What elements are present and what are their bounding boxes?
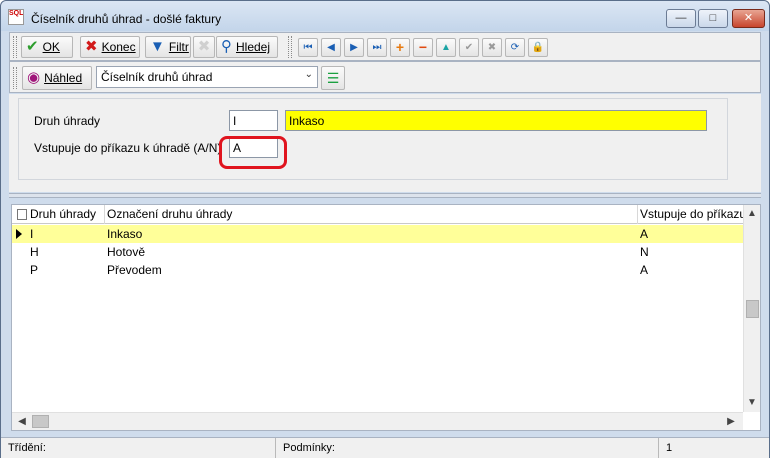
clear-filter-icon: ✖ — [197, 38, 211, 55]
lock-icon[interactable]: 🔒 — [528, 38, 548, 57]
status-trideni: Třídění: — [1, 438, 276, 458]
druh-uhrady-label: Druh úhrady — [34, 114, 101, 128]
horizontal-scrollbar[interactable]: ◀ ▶ — [12, 412, 743, 430]
scroll-right-icon[interactable]: ▶ — [723, 413, 739, 430]
last-record-icon[interactable]: ⏭ — [367, 38, 387, 57]
select-all-checkbox[interactable] — [17, 209, 27, 220]
ok-button[interactable]: ✔ OK — [21, 36, 73, 58]
delete-record-icon[interactable]: − — [413, 38, 433, 57]
move-up-icon[interactable]: ▲ — [436, 38, 456, 57]
ok-label: OK — [42, 40, 60, 54]
column-header-vstupuje[interactable]: Vstupuje do příkazu k úhradě — [638, 205, 743, 224]
vertical-scrollbar[interactable]: ▲ ▼ — [743, 205, 760, 412]
cell-vstupuje: A — [640, 227, 649, 241]
scroll-left-icon[interactable]: ◀ — [14, 413, 30, 430]
cell-oznaceni: Inkaso — [107, 227, 143, 241]
filtr-label: Filtr — [168, 40, 189, 54]
status-bar: Třídění: Podmínky: 1 — [1, 437, 769, 458]
previous-record-icon[interactable]: ◀ — [321, 38, 341, 57]
hledej-label: Hledej — [236, 40, 271, 54]
close-button[interactable]: ✕ — [732, 9, 765, 28]
clear-filter-button[interactable]: ✖ — [193, 36, 215, 58]
title-bar: SQL Číselník druhů úhrad - došlé faktury… — [1, 1, 769, 31]
add-record-icon[interactable]: + — [390, 38, 410, 57]
horizontal-scroll-thumb[interactable] — [32, 415, 49, 428]
splitter[interactable] — [9, 193, 761, 198]
status-record-count: 1 — [666, 442, 673, 454]
toolbar-grip[interactable] — [13, 36, 17, 58]
window-title: Číselník druhů úhrad - došlé faktury — [31, 12, 222, 26]
confirm-edit-icon[interactable]: ✔ — [459, 38, 479, 57]
chevron-down-icon: ⌄ — [304, 69, 313, 80]
main-toolbar: ✔ OK ✖ Konec ▼ Filtr ✖ ⚲ Hledej ⏮ ◀ ▶ ⏭ … — [9, 32, 761, 61]
cancel-edit-icon[interactable]: ✖ — [482, 38, 502, 57]
list-icon: ☰ — [326, 69, 340, 86]
status-podminky: Podmínky: — [276, 438, 659, 458]
cell-druh: I — [30, 227, 34, 241]
hledej-button[interactable]: ⚲ Hledej — [216, 36, 278, 58]
window: SQL Číselník druhů úhrad - došlé faktury… — [0, 0, 770, 458]
table-row[interactable]: I Inkaso A — [12, 225, 743, 243]
checkmark-icon: ✔ — [26, 38, 39, 55]
table-row[interactable]: H Hotově N — [12, 243, 743, 261]
minimize-button[interactable]: — — [666, 9, 696, 28]
search-icon: ⚲ — [221, 38, 232, 55]
refresh-icon[interactable]: ⟳ — [505, 38, 525, 57]
druh-uhrady-code-field[interactable]: I — [229, 110, 278, 131]
maximize-button[interactable]: □ — [698, 9, 728, 28]
close-x-icon: ✖ — [85, 38, 98, 55]
view-select-value: Číselník druhů úhrad — [101, 70, 213, 84]
highlight-annotation — [219, 136, 287, 169]
filtr-button[interactable]: ▼ Filtr — [145, 36, 191, 58]
druh-uhrady-name-field[interactable]: Inkaso — [285, 110, 707, 131]
nahled-button[interactable]: ◉ Náhled — [22, 66, 92, 90]
toolbar-grip[interactable] — [288, 36, 292, 58]
toolbar-grip[interactable] — [13, 67, 17, 89]
cell-druh: P — [30, 263, 39, 277]
column-header-druh[interactable]: Druh úhrady — [28, 205, 105, 224]
list-view-button[interactable]: ☰ — [321, 66, 345, 90]
grid-header: Druh úhrady Označení druhu úhrady Vstupu… — [12, 205, 743, 224]
records-grid: Druh úhrady Označení druhu úhrady Vstupu… — [11, 204, 761, 431]
cell-oznaceni: Převodem — [107, 263, 162, 277]
first-record-icon[interactable]: ⏮ — [298, 38, 318, 57]
cell-vstupuje: A — [640, 263, 649, 277]
secondary-toolbar: ◉ Náhled Číselník druhů úhrad ⌄ ☰ — [9, 61, 761, 93]
preview-eye-icon: ◉ — [27, 69, 41, 86]
scroll-down-icon[interactable]: ▼ — [744, 395, 760, 411]
konec-label: Konec — [101, 40, 136, 54]
scroll-up-icon[interactable]: ▲ — [744, 206, 760, 222]
vstupuje-label: Vstupuje do příkazu k úhradě (A/N) — [34, 141, 222, 155]
nahled-label: Náhled — [44, 71, 83, 85]
filter-icon: ▼ — [150, 38, 165, 55]
cell-druh: H — [30, 245, 39, 259]
konec-button[interactable]: ✖ Konec — [80, 36, 140, 58]
current-row-indicator-icon — [16, 229, 22, 239]
vertical-scroll-thumb[interactable] — [746, 300, 759, 318]
view-select[interactable]: Číselník druhů úhrad ⌄ — [96, 66, 318, 88]
cell-oznaceni: Hotově — [107, 245, 146, 259]
app-logo-icon: SQL — [8, 9, 24, 25]
select-all-cell — [12, 205, 28, 224]
table-row[interactable]: P Převodem A — [12, 261, 743, 279]
column-header-oznaceni[interactable]: Označení druhu úhrady — [105, 205, 638, 224]
next-record-icon[interactable]: ▶ — [344, 38, 364, 57]
cell-vstupuje: N — [640, 245, 649, 259]
